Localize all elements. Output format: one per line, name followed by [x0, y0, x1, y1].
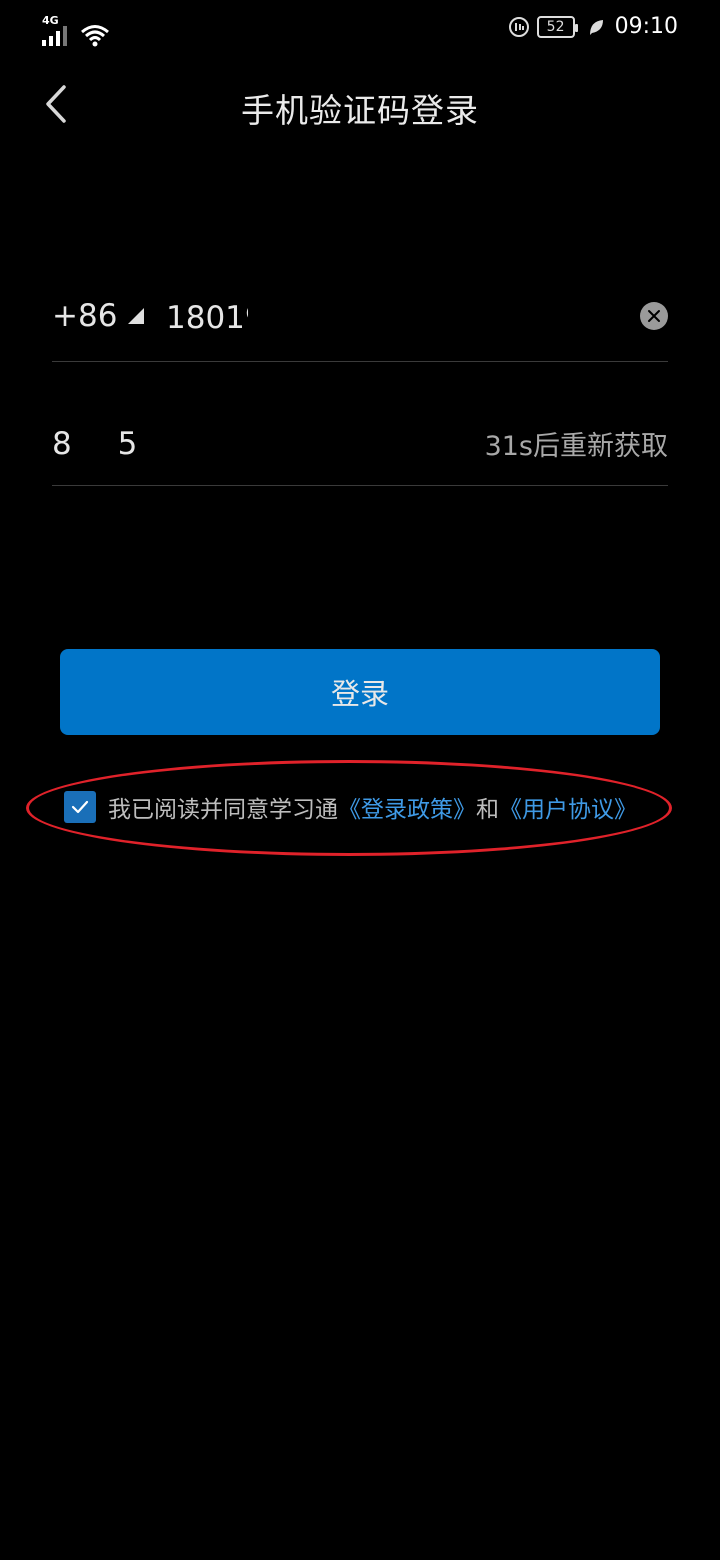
user-agreement-link[interactable]: 《用户协议》: [499, 790, 637, 824]
login-policy-link[interactable]: 《登录政策》: [338, 790, 476, 824]
resend-code-countdown[interactable]: 31s后重新获取: [485, 424, 668, 463]
data-saver-icon: [508, 16, 529, 37]
close-icon: [648, 310, 660, 322]
agreement-connector: 和: [476, 797, 499, 823]
agreement-row: 我已阅读并同意学习通 《登录政策》 和 《用户协议》: [64, 790, 637, 824]
power-saving-leaf-icon: [589, 19, 603, 35]
status-bar: 4G 52 09:10: [0, 0, 720, 56]
page-title: 手机验证码登录: [241, 91, 479, 130]
agreement-checkbox[interactable]: [64, 791, 96, 823]
login-button[interactable]: 登录: [60, 649, 660, 735]
dropdown-triangle-icon[interactable]: [126, 306, 146, 326]
agreement-text: 我已阅读并同意学习通: [108, 797, 338, 823]
signal-group: 4G: [40, 12, 110, 48]
header: 手机验证码登录: [0, 66, 720, 142]
status-right-group: 52 09:10: [507, 14, 678, 39]
clear-phone-button[interactable]: [640, 302, 668, 330]
battery-icon: 52: [536, 15, 578, 38]
phone-field-row: +86: [52, 290, 668, 362]
code-field-row: 31s后重新获取: [52, 414, 668, 486]
verification-code-input[interactable]: [52, 422, 252, 466]
checkmark-icon: [71, 800, 89, 814]
country-code-selector[interactable]: +86: [52, 298, 117, 334]
phone-number-input[interactable]: [166, 296, 248, 340]
battery-level: 52: [546, 18, 565, 35]
network-type-label: 4G: [42, 14, 59, 27]
clock: 09:10: [614, 14, 678, 39]
wifi-icon: [81, 25, 109, 47]
